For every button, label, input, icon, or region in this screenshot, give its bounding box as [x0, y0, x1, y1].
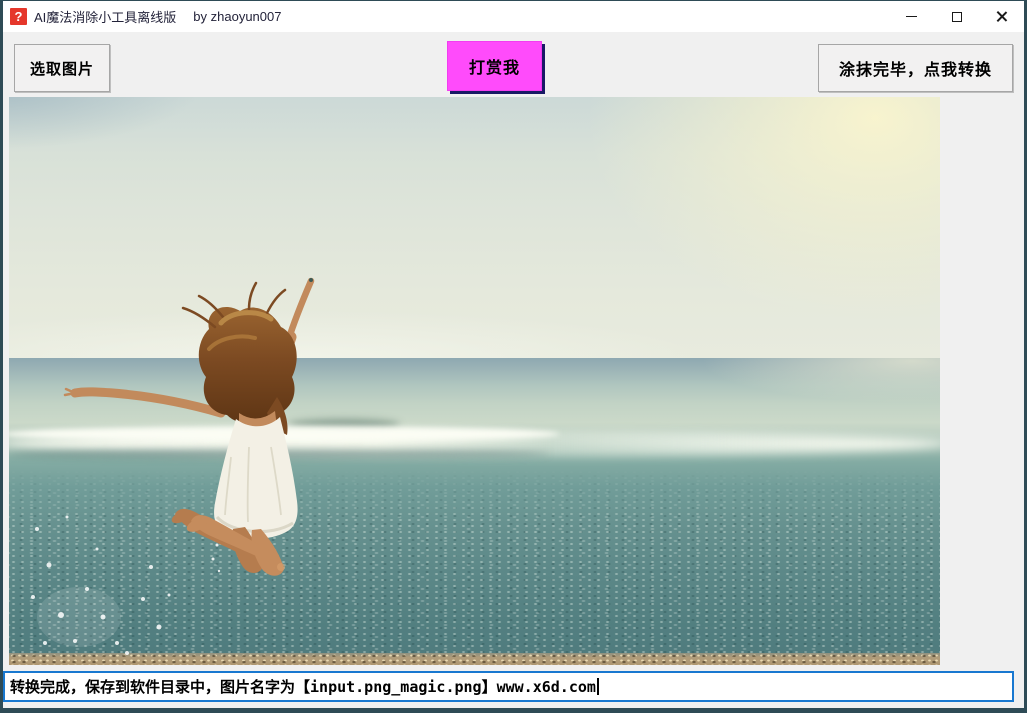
app-window: ? AI魔法消除小工具离线版 by zhaoyun007 选取图片 打赏我 涂抹…: [0, 0, 1027, 713]
window-controls: [889, 1, 1024, 32]
left-arm: [75, 392, 221, 413]
minimize-icon: [906, 16, 917, 17]
dress: [214, 417, 298, 539]
toolbar: 选取图片 打赏我 涂抹完毕，点我转换: [3, 32, 1024, 98]
photo-canvas[interactable]: [9, 97, 940, 665]
status-textbox[interactable]: 转换完成，保存到软件目录中，图片名字为【input.png_magic.png】…: [3, 671, 1014, 702]
maximize-button[interactable]: [934, 1, 979, 32]
right-forearm: [288, 281, 311, 341]
knee-highlight: [277, 563, 285, 571]
close-icon: [995, 10, 1008, 23]
woman-figure: [9, 97, 940, 665]
close-button[interactable]: [979, 1, 1024, 32]
donate-button[interactable]: 打赏我: [447, 41, 542, 91]
text-caret: [597, 678, 599, 695]
maximize-icon: [952, 12, 962, 22]
window-title: AI魔法消除小工具离线版: [34, 7, 176, 26]
minimize-button[interactable]: [889, 1, 934, 32]
convert-button[interactable]: 涂抹完毕，点我转换: [818, 44, 1013, 92]
select-image-button[interactable]: 选取图片: [14, 44, 110, 92]
status-text: 转换完成，保存到软件目录中，图片名字为【input.png_magic.png】…: [10, 676, 596, 697]
title-bar: ? AI魔法消除小工具离线版 by zhaoyun007: [3, 1, 1024, 32]
splash-mist: [37, 587, 121, 647]
fingertip: [309, 278, 313, 282]
app-icon: ?: [10, 8, 27, 25]
window-byline: by zhaoyun007: [193, 9, 281, 24]
